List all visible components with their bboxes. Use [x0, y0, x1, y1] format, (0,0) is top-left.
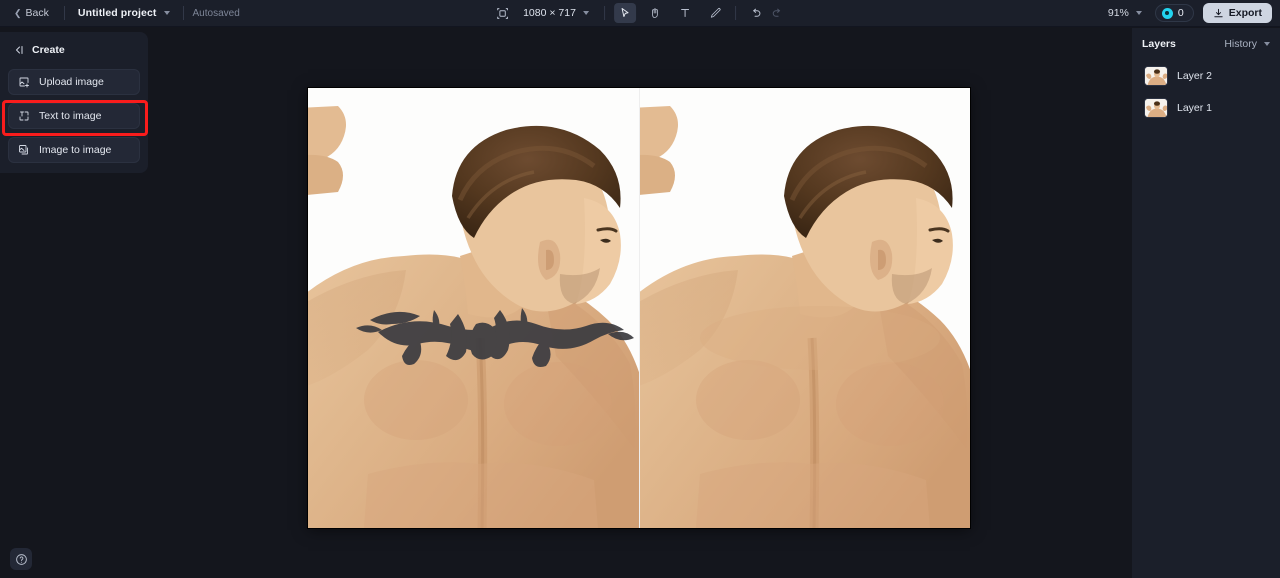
image-to-image-icon — [19, 145, 28, 155]
credits-badge[interactable]: 0 — [1154, 4, 1194, 22]
zoom-level-dropdown[interactable]: 91% — [1104, 5, 1146, 21]
artboard[interactable] — [308, 88, 970, 528]
sidebar-title: Create — [32, 44, 65, 56]
chevron-down-icon — [582, 11, 589, 15]
back-button-label: Back — [25, 7, 49, 19]
header-divider-2 — [182, 6, 184, 20]
resize-icon[interactable] — [491, 3, 513, 23]
sidebar-item-text-to-image[interactable]: Text to image — [8, 103, 140, 129]
upload-image-icon — [19, 77, 29, 88]
canvas-dimensions-dropdown[interactable]: 1080 × 717 — [517, 5, 595, 21]
brush-tool[interactable] — [704, 3, 726, 23]
tool-group — [613, 3, 726, 23]
autosaved-status: Autosaved — [192, 7, 240, 19]
select-tool[interactable] — [613, 3, 636, 23]
layer-row[interactable]: Layer 2 — [1142, 63, 1270, 89]
top-header-bar: ❮ Back Untitled project Autosaved 1080 ×… — [0, 0, 1280, 27]
credit-coin-icon — [1161, 7, 1173, 19]
project-name-label: Untitled project — [77, 7, 157, 19]
layer-name-label: Layer 2 — [1177, 70, 1213, 82]
sidebar-item-image-to-image[interactable]: Image to image — [8, 137, 140, 163]
artboard-image-after — [639, 88, 970, 528]
undo-icon[interactable] — [745, 3, 767, 23]
text-tool[interactable] — [674, 3, 696, 23]
header-right-group: 91% 0 Export — [1104, 0, 1272, 26]
sidebar-item-upload-image-label: Upload image — [39, 76, 104, 88]
header-center-toolbar: 1080 × 717 — [491, 0, 789, 26]
chevron-down-icon — [1264, 42, 1270, 46]
layer-name-label: Layer 1 — [1177, 102, 1213, 114]
collapse-left-icon — [16, 46, 23, 54]
text-to-image-icon — [19, 111, 29, 121]
header-divider-1 — [63, 6, 65, 20]
history-tab[interactable]: History — [1224, 38, 1270, 50]
header-divider-4 — [734, 6, 736, 20]
image-editor-app: ❮ Back Untitled project Autosaved 1080 ×… — [0, 0, 1280, 578]
layers-panel-title: Layers — [1142, 38, 1176, 50]
layers-panel: Layers History Layer 2 Layer 1 — [1132, 28, 1280, 578]
layer-thumbnail — [1144, 66, 1168, 86]
create-sidebar: Create Upload image Text to image Image … — [0, 32, 148, 173]
sidebar-item-image-to-image-label: Image to image — [39, 144, 112, 156]
header-left-group: ❮ Back Untitled project Autosaved — [0, 0, 240, 26]
sidebar-header[interactable]: Create — [8, 40, 140, 60]
history-tab-label: History — [1224, 38, 1257, 50]
project-name-dropdown[interactable]: Untitled project — [74, 5, 174, 21]
artboard-image-before — [308, 88, 639, 528]
download-icon — [1214, 8, 1223, 17]
zoom-level-value: 91% — [1107, 7, 1129, 19]
header-divider-3 — [603, 6, 605, 20]
layers-panel-header: Layers History — [1142, 38, 1270, 50]
back-button[interactable]: ❮ Back — [8, 4, 55, 22]
help-button[interactable] — [10, 548, 32, 570]
redo-icon[interactable] — [767, 3, 789, 23]
export-button-label: Export — [1228, 7, 1262, 19]
canvas-area[interactable] — [148, 27, 1132, 578]
pan-tool[interactable] — [644, 3, 666, 23]
chevron-down-icon — [163, 11, 170, 15]
help-circle-icon — [15, 553, 27, 565]
layer-row[interactable]: Layer 1 — [1142, 95, 1270, 121]
sidebar-item-text-to-image-label: Text to image — [39, 110, 102, 122]
export-button[interactable]: Export — [1202, 3, 1272, 23]
canvas-dimensions-value: 1080 × 717 — [523, 7, 576, 19]
credits-count: 0 — [1177, 7, 1184, 19]
layer-thumbnail — [1144, 98, 1168, 118]
chevron-down-icon — [1135, 11, 1142, 15]
chevron-left-icon: ❮ — [14, 7, 22, 18]
sidebar-item-upload-image[interactable]: Upload image — [8, 69, 140, 95]
